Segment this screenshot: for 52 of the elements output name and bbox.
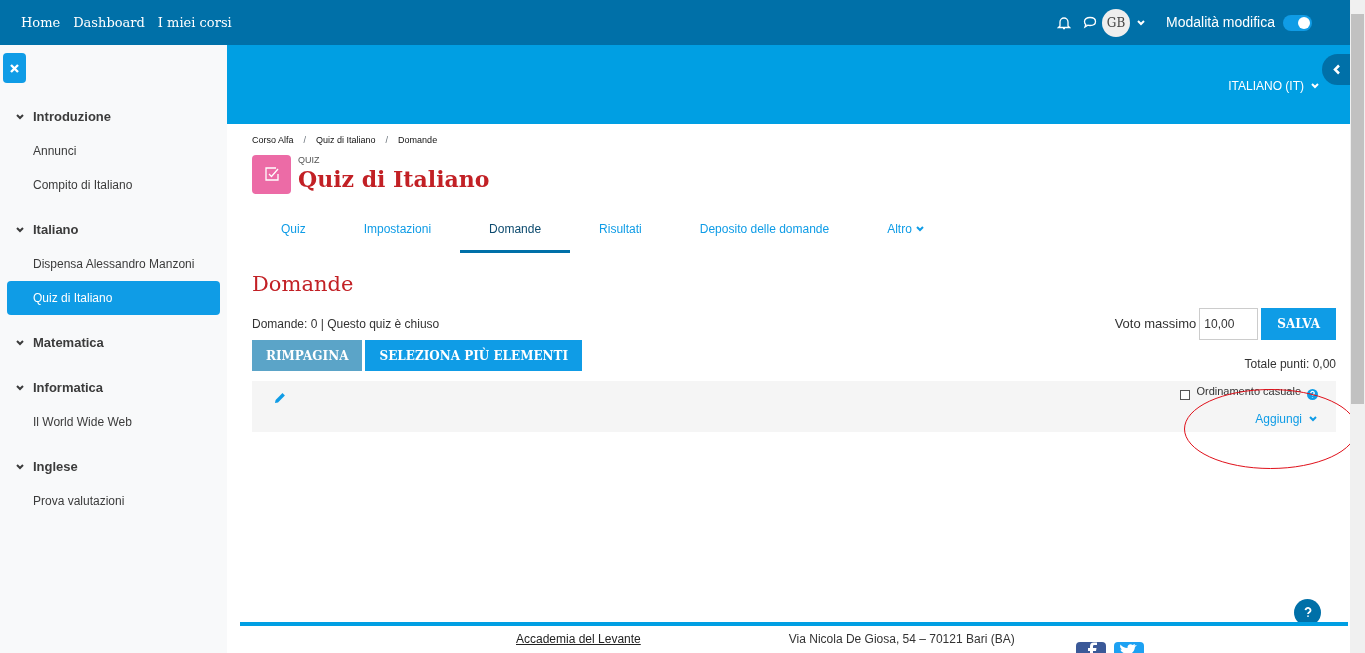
nav-link[interactable]: Home (21, 12, 61, 33)
activity-link[interactable]: Dispensa Alessandro Manzoni (7, 247, 220, 281)
page-title: Quiz di Italiano (298, 165, 490, 193)
footer-address: Via Nicola De Giosa, 54 – 70121 Bari (BA) (788, 631, 1015, 648)
chevron-down-icon (1308, 414, 1318, 424)
breadcrumb-link[interactable]: Domande (398, 134, 438, 148)
section-title[interactable]: Italiano (33, 220, 79, 240)
chevron-left-icon (1331, 64, 1341, 75)
chevron-down-icon (914, 224, 925, 234)
open-drawer-button[interactable] (1322, 54, 1350, 85)
breadcrumb-separator: / (302, 134, 308, 147)
chevron-down-icon (1136, 17, 1147, 28)
chevron-down-icon (15, 225, 25, 235)
breadcrumb-separator: / (384, 134, 390, 147)
activity-link[interactable]: Compito di Italiano (7, 168, 220, 202)
nav-link[interactable]: I miei corsi (157, 12, 232, 33)
question-mark-icon (1303, 607, 1312, 618)
shuffle-checkbox[interactable] (1180, 389, 1191, 400)
nav-tab[interactable]: Domande (460, 208, 571, 253)
quiz-activity-icon (252, 154, 291, 194)
chevron-down-icon (15, 462, 25, 472)
close-drawer-button[interactable] (3, 53, 26, 83)
quiz-status: Domande: 0 | Questo quiz è chiuso (252, 316, 440, 333)
chevron-down-icon (15, 338, 25, 348)
activity-link[interactable]: Annunci (7, 134, 220, 168)
max-grade-label: Voto massimo (1114, 315, 1197, 334)
activity-link[interactable]: Prova valutazioni (7, 484, 220, 518)
breadcrumb-link[interactable]: Quiz di Italiano (316, 134, 376, 148)
user-avatar[interactable]: GB (1102, 8, 1131, 37)
activity-link[interactable]: Il World Wide Web (7, 405, 220, 439)
speech-bubble-icon[interactable] (1083, 16, 1098, 29)
chevron-down-icon (1310, 80, 1320, 91)
section-title[interactable]: Informatica (33, 378, 104, 398)
bell-icon[interactable] (1057, 15, 1072, 30)
scrollbar[interactable] (1350, 0, 1365, 653)
total-marks: Totale punti: 0,00 (1244, 356, 1336, 373)
activity-type: QUIZ (298, 155, 321, 165)
section-title[interactable]: Matematica (33, 333, 104, 353)
chevron-down-icon (15, 383, 25, 393)
edit-mode-label: Modalità modifica (1166, 13, 1275, 32)
section-title[interactable]: Introduzione (33, 107, 111, 127)
breadcrumb-link[interactable]: Corso Alfa (252, 134, 294, 148)
max-grade-input[interactable]: 10,00 (1199, 308, 1259, 340)
section-title[interactable]: Inglese (33, 457, 78, 477)
chevron-down-icon (15, 112, 25, 122)
close-icon (10, 63, 19, 73)
pencil-icon[interactable] (274, 392, 286, 404)
edit-mode-toggle[interactable] (1283, 14, 1312, 31)
nav-link[interactable]: Dashboard (73, 12, 145, 33)
footer-link[interactable]: Accademia del Levante (516, 630, 641, 653)
section-heading: Domande (252, 270, 355, 298)
help-icon[interactable] (1307, 389, 1318, 400)
